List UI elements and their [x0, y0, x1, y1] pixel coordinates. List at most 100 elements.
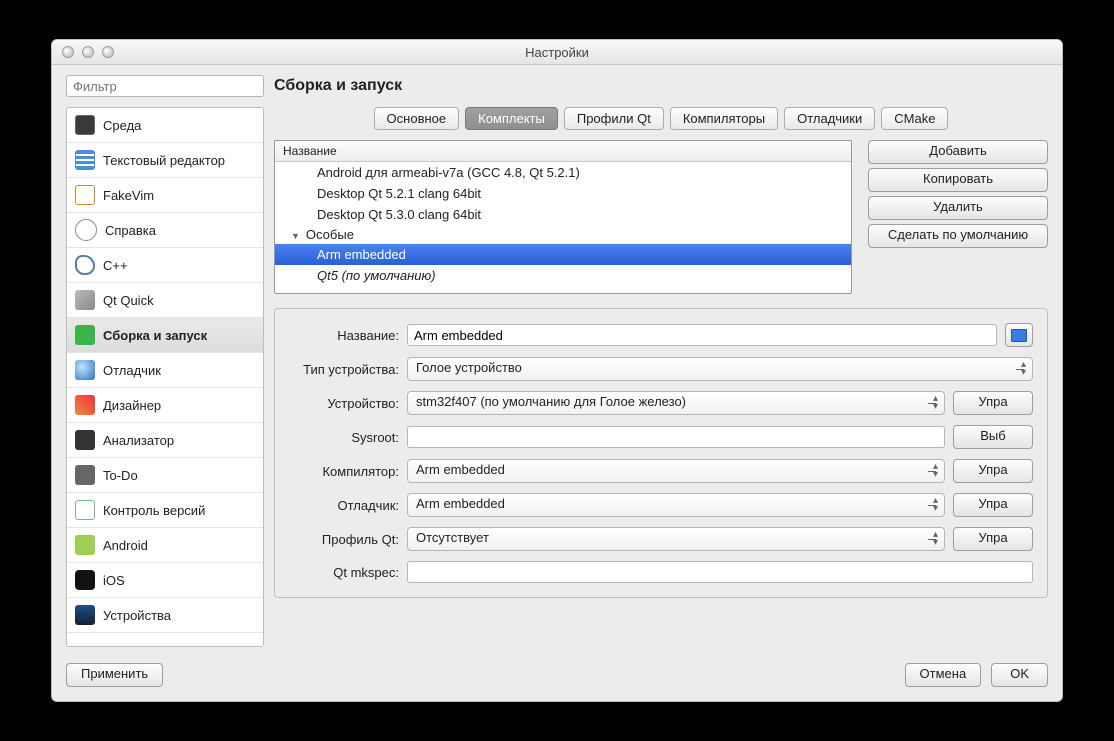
kit-icon-button[interactable] — [1005, 323, 1033, 347]
sidebar-item-vcs[interactable]: Контроль версий — [67, 493, 263, 528]
manage-device-button[interactable]: Упра — [953, 391, 1033, 415]
apply-button[interactable]: Применить — [66, 663, 163, 687]
name-label: Название: — [289, 328, 399, 343]
manage-qtprofile-button[interactable]: Упра — [953, 527, 1033, 551]
analyzer-icon — [75, 430, 95, 450]
sidebar-item-label: Анализатор — [103, 433, 174, 448]
kit-row[interactable]: Desktop Qt 5.3.0 clang 64bit — [275, 204, 851, 225]
delete-button[interactable]: Удалить — [868, 196, 1048, 220]
kit-row[interactable]: Android для armeabi-v7a (GCC 4.8, Qt 5.2… — [275, 162, 851, 183]
help-icon — [75, 219, 97, 241]
mkspec-input[interactable] — [407, 561, 1033, 583]
settings-window: Настройки Сборка и запуск Среда Текстовы… — [51, 39, 1063, 702]
compiler-label: Компилятор: — [289, 464, 399, 479]
sidebar-item-qtquick[interactable]: Qt Quick — [67, 283, 263, 318]
sidebar-item-label: C++ — [103, 258, 128, 273]
sidebar-item-label: Android — [103, 538, 148, 553]
kits-list[interactable]: Название Android для armeabi-v7a (GCC 4.… — [274, 140, 852, 294]
text-editor-icon — [75, 150, 95, 170]
tab-compilers[interactable]: Компиляторы — [670, 107, 778, 130]
sidebar-item-label: iOS — [103, 573, 125, 588]
devtype-select[interactable]: Голое устройство▴▾ — [407, 357, 1033, 381]
sidebar-item-todo[interactable]: To-Do — [67, 458, 263, 493]
debugger-label: Отладчик: — [289, 498, 399, 513]
qtquick-icon — [75, 290, 95, 310]
cpp-icon — [75, 255, 95, 275]
tab-kits[interactable]: Комплекты — [465, 107, 558, 130]
designer-icon — [75, 395, 95, 415]
sidebar-item-label: Справка — [105, 223, 156, 238]
sidebar-item-label: Сборка и запуск — [103, 328, 207, 343]
tab-bar: Основное Комплекты Профили Qt Компилятор… — [274, 107, 1048, 130]
close-icon[interactable] — [62, 46, 74, 58]
todo-icon — [75, 465, 95, 485]
sidebar-item-label: Устройства — [103, 608, 171, 623]
sidebar-item-analyzer[interactable]: Анализатор — [67, 423, 263, 458]
add-button[interactable]: Добавить — [868, 140, 1048, 164]
kit-row[interactable]: Desktop Qt 5.2.1 clang 64bit — [275, 183, 851, 204]
sidebar-item-label: Дизайнер — [103, 398, 161, 413]
sidebar-item-ios[interactable]: iOS — [67, 563, 263, 598]
monitor-icon — [1011, 329, 1027, 342]
sysroot-label: Sysroot: — [289, 430, 399, 445]
qtprofile-select[interactable]: Отсутствует▴▾ — [407, 527, 945, 551]
sidebar-item-build-run[interactable]: Сборка и запуск — [67, 318, 263, 353]
tab-debuggers[interactable]: Отладчики — [784, 107, 875, 130]
name-input[interactable] — [407, 324, 997, 346]
titlebar: Настройки — [52, 40, 1062, 65]
filter-input[interactable] — [66, 75, 264, 97]
qtprofile-label: Профиль Qt: — [289, 532, 399, 547]
sidebar-item-label: To-Do — [103, 468, 138, 483]
sidebar-item-label: Текстовый редактор — [103, 153, 225, 168]
kits-header: Название — [275, 141, 851, 162]
device-select[interactable]: stm32f407 (по умолчанию для Голое железо… — [407, 391, 945, 415]
sidebar-item-designer[interactable]: Дизайнер — [67, 388, 263, 423]
manage-compiler-button[interactable]: Упра — [953, 459, 1033, 483]
ios-icon — [75, 570, 95, 590]
browse-sysroot-button[interactable]: Выб — [953, 425, 1033, 449]
compiler-select[interactable]: Arm embedded▴▾ — [407, 459, 945, 483]
kit-group-special[interactable]: Особые — [275, 225, 851, 244]
sidebar-item-help[interactable]: Справка — [67, 213, 263, 248]
sysroot-input[interactable] — [407, 426, 945, 448]
sidebar-item-android[interactable]: Android — [67, 528, 263, 563]
android-icon — [75, 535, 95, 555]
sidebar-item-fakevim[interactable]: FakeVim — [67, 178, 263, 213]
mkspec-label: Qt mkspec: — [289, 565, 399, 580]
devices-icon — [75, 605, 95, 625]
sidebar-item-environment[interactable]: Среда — [67, 108, 263, 143]
minimize-icon[interactable] — [82, 46, 94, 58]
build-run-icon — [75, 325, 95, 345]
sidebar-item-label: Отладчик — [103, 363, 161, 378]
kit-row-selected[interactable]: Arm embedded — [275, 244, 851, 265]
page-title: Сборка и запуск — [274, 75, 402, 95]
sidebar-item-label: Среда — [103, 118, 141, 133]
cancel-button[interactable]: Отмена — [905, 663, 982, 687]
copy-button[interactable]: Копировать — [868, 168, 1048, 192]
tab-cmake[interactable]: CMake — [881, 107, 948, 130]
manage-debugger-button[interactable]: Упра — [953, 493, 1033, 517]
debugger-icon — [75, 360, 95, 380]
sidebar-item-debugger[interactable]: Отладчик — [67, 353, 263, 388]
sidebar-item-cpp[interactable]: C++ — [67, 248, 263, 283]
kit-details-form: Название: Тип устройства: Голое устройст… — [274, 308, 1048, 598]
ok-button[interactable]: OK — [991, 663, 1048, 687]
make-default-button[interactable]: Сделать по умолчанию — [868, 224, 1048, 248]
devtype-label: Тип устройства: — [289, 362, 399, 377]
sidebar-item-label: Контроль версий — [103, 503, 205, 518]
debugger-select[interactable]: Arm embedded▴▾ — [407, 493, 945, 517]
sidebar-item-devices[interactable]: Устройства — [67, 598, 263, 633]
tab-qt-profiles[interactable]: Профили Qt — [564, 107, 664, 130]
kit-row-default[interactable]: Qt5 (по умолчанию) — [275, 265, 851, 286]
window-title: Настройки — [52, 45, 1062, 60]
sidebar-item-text-editor[interactable]: Текстовый редактор — [67, 143, 263, 178]
fakevim-icon — [75, 185, 95, 205]
sidebar-item-label: Qt Quick — [103, 293, 154, 308]
zoom-icon[interactable] — [102, 46, 114, 58]
environment-icon — [75, 115, 95, 135]
category-sidebar: Среда Текстовый редактор FakeVim Справка… — [66, 107, 264, 647]
sidebar-item-label: FakeVim — [103, 188, 154, 203]
tab-general[interactable]: Основное — [374, 107, 460, 130]
device-label: Устройство: — [289, 396, 399, 411]
vcs-icon — [75, 500, 95, 520]
